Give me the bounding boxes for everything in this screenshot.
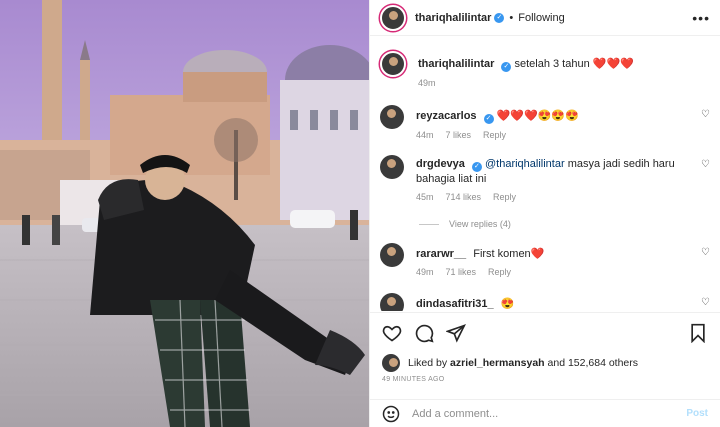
comment-username[interactable]: reyzacarlos — [416, 110, 477, 122]
comment-username[interactable]: dindasafitri31_ — [416, 298, 494, 310]
commenter-avatar[interactable] — [380, 293, 404, 311]
like-comment-heart-icon[interactable]: ♡ — [701, 247, 710, 258]
comment-username[interactable]: drgdevya — [416, 158, 465, 170]
following-button[interactable]: Following — [518, 12, 564, 24]
comment-text: First komen❤️ — [473, 248, 545, 260]
caption-time: 49m — [418, 78, 436, 88]
verified-badge-icon: ✓ — [494, 12, 505, 23]
post-timestamp[interactable]: 49 MINUTES AGO — [382, 376, 445, 383]
likes-suffix[interactable]: and 152,684 others — [548, 357, 639, 369]
reply-button[interactable]: Reply — [488, 267, 511, 277]
more-options-icon[interactable]: ••• — [692, 10, 710, 26]
post-photo[interactable] — [0, 0, 369, 427]
action-bar — [370, 312, 720, 352]
commenter-avatar[interactable] — [380, 105, 404, 129]
separator-dot: • — [509, 11, 514, 24]
caption-username[interactable]: thariqhalilintar — [418, 58, 494, 70]
caption-emoji: ❤️❤️❤️ — [592, 58, 634, 70]
emoji-smiley-icon[interactable] — [382, 405, 400, 423]
view-replies-button[interactable]: View replies (4) — [419, 219, 511, 229]
save-bookmark-icon[interactable] — [688, 323, 708, 343]
verified-badge-icon: ✓ — [501, 62, 512, 72]
caption: thariqhalilintar ✓ setelah 3 tahun ❤️❤️❤️… — [380, 51, 710, 88]
comment-text: ❤️❤️❤️😍😍😍 — [496, 110, 579, 122]
like-comment-heart-icon[interactable]: ♡ — [701, 109, 710, 120]
comment-likes[interactable]: 7 likes — [446, 130, 472, 140]
commenter-avatar[interactable] — [380, 243, 404, 267]
comment-text: 😍 — [500, 298, 515, 310]
liker-avatar[interactable] — [382, 354, 400, 372]
comment-item: rararwr__ First komen❤️ 49m 71 likes Rep… — [380, 243, 710, 277]
verified-badge-icon: ✓ — [471, 162, 482, 172]
comment-item: dindasafitri31_ 😍 ♡ — [380, 293, 710, 311]
replies-divider — [419, 223, 439, 225]
author-avatar[interactable] — [380, 4, 406, 31]
liker-username[interactable]: azriel_hermansyah — [450, 357, 545, 369]
commenter-avatar[interactable] — [380, 155, 404, 179]
comment-bubble-icon[interactable] — [414, 323, 434, 343]
author-username[interactable]: thariqhalilintar — [415, 12, 491, 24]
like-comment-heart-icon[interactable]: ♡ — [701, 159, 710, 170]
add-comment-bar: Add a comment... Post — [370, 399, 720, 427]
likes-prefix: Liked by — [408, 357, 448, 369]
reply-button[interactable]: Reply — [483, 130, 506, 140]
caption-avatar[interactable] — [380, 51, 406, 77]
comment-mention[interactable]: @thariqhalilintar — [485, 158, 565, 170]
comment-likes[interactable]: 714 likes — [446, 192, 482, 202]
comments-list[interactable]: thariqhalilintar ✓ setelah 3 tahun ❤️❤️❤️… — [370, 37, 720, 311]
comment-item: drgdevya ✓ @thariqhalilintar masya jadi s… — [380, 155, 710, 202]
like-heart-icon[interactable] — [382, 323, 402, 343]
post-detail-panel: thariqhalilintar ✓ • Following ••• thari… — [369, 0, 720, 427]
likes-summary[interactable]: Liked by azriel_hermansyah and 152,684 o… — [382, 354, 638, 372]
verified-badge-icon: ✓ — [483, 114, 494, 124]
comment-time: 45m — [416, 192, 434, 202]
comment-time: 44m — [416, 130, 434, 140]
share-paper-plane-icon[interactable] — [446, 323, 466, 343]
view-replies-label[interactable]: View replies (4) — [449, 219, 511, 229]
comment-username[interactable]: rararwr__ — [416, 248, 466, 260]
comment-item: reyzacarlos ✓ ❤️❤️❤️😍😍😍 44m 7 likes Reply… — [380, 105, 710, 140]
like-comment-heart-icon[interactable]: ♡ — [701, 297, 710, 308]
post-header: thariqhalilintar ✓ • Following ••• — [370, 0, 720, 36]
comment-input[interactable]: Add a comment... — [412, 408, 498, 420]
reply-button[interactable]: Reply — [493, 192, 516, 202]
post-comment-button[interactable]: Post — [686, 408, 708, 419]
caption-text: setelah 3 tahun — [514, 58, 590, 70]
comment-time: 49m — [416, 267, 434, 277]
comment-likes[interactable]: 71 likes — [446, 267, 477, 277]
